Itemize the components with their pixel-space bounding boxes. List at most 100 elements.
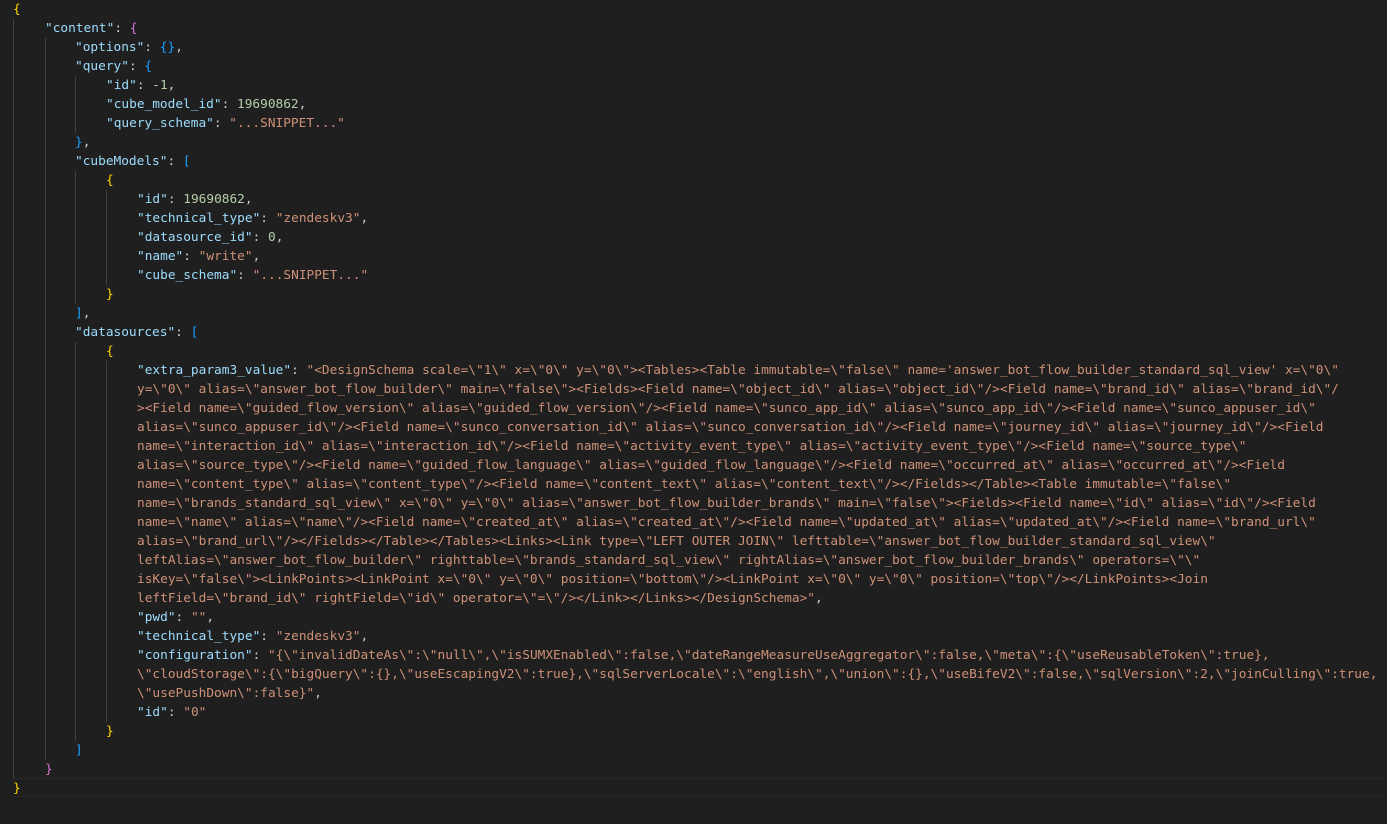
code-token: "" bbox=[190, 610, 207, 625]
code-token: : bbox=[136, 78, 153, 93]
json-code-editor[interactable]: {"content": {"options": {}, "query": {"id… bbox=[0, 0, 1387, 824]
code-token: : bbox=[213, 116, 230, 131]
code-token: : bbox=[128, 59, 145, 74]
code-token: \"usePushDown\":false}" bbox=[137, 686, 315, 701]
code-line: ><Field name=\"guided_flow_version\" ali… bbox=[0, 399, 1387, 418]
code-token: \"cloudStorage\":{\"bigQuery\":{},\"useE… bbox=[137, 667, 1378, 682]
code-line: "datasource_id": 0, bbox=[0, 228, 1387, 247]
code-token: "cube_model_id" bbox=[106, 97, 222, 112]
code-token: : bbox=[167, 192, 184, 207]
code-token: "content" bbox=[45, 21, 115, 36]
code-line: "id": 19690862, bbox=[0, 190, 1387, 209]
code-line: "options": {}, bbox=[0, 38, 1387, 57]
code-token: , bbox=[244, 192, 253, 207]
code-token: , bbox=[82, 306, 91, 321]
code-line: }, bbox=[0, 133, 1387, 152]
code-token: , bbox=[314, 686, 322, 701]
code-token: , bbox=[82, 135, 91, 150]
code-token: , bbox=[298, 97, 307, 112]
code-line: leftAlias=\"answer_bot_flow_builder\" ri… bbox=[0, 551, 1387, 570]
code-line: ] bbox=[0, 741, 1387, 760]
code-token: "query" bbox=[75, 59, 129, 74]
code-token: , bbox=[206, 610, 215, 625]
code-token: y=\"0\" alias=\"answer_bot_flow_builder\… bbox=[137, 382, 1339, 397]
code-token: : bbox=[260, 211, 276, 226]
code-token: { bbox=[106, 173, 114, 188]
code-token: 19690862 bbox=[237, 97, 299, 112]
code-line: { bbox=[0, 342, 1387, 361]
code-token: [ bbox=[190, 325, 199, 340]
code-line: ], bbox=[0, 304, 1387, 323]
code-token: "...SNIPPET..." bbox=[229, 116, 345, 131]
code-line: alias=\"sunco_appuser_id\"/><Field name=… bbox=[0, 418, 1387, 437]
code-token: } bbox=[106, 724, 114, 739]
code-token: : bbox=[144, 40, 160, 55]
code-token: [ bbox=[182, 154, 191, 169]
code-token: "<DesignSchema scale=\"1\" x=\"0\" y=\"0… bbox=[306, 363, 1339, 378]
code-token: : bbox=[252, 648, 268, 663]
code-token: -1 bbox=[152, 78, 168, 93]
code-line: } bbox=[0, 285, 1387, 304]
code-token: { bbox=[106, 344, 114, 359]
code-token: , bbox=[252, 249, 261, 264]
code-token: "write" bbox=[198, 249, 253, 264]
code-line: leftField=\"brand_id\" rightField=\"id\"… bbox=[0, 589, 1387, 608]
code-line: name=\"brands_standard_sql_view\" x=\"0\… bbox=[0, 494, 1387, 513]
code-token: } bbox=[45, 762, 53, 777]
code-token: {} bbox=[159, 40, 176, 55]
code-token: "pwd" bbox=[137, 610, 176, 625]
code-line: name=\"interaction_id\" alias=\"interact… bbox=[0, 437, 1387, 456]
code-token: { bbox=[129, 21, 138, 36]
code-token: : bbox=[183, 249, 199, 264]
code-token: : bbox=[221, 97, 237, 112]
code-line: isKey=\"false\"><LinkPoints><LinkPoint x… bbox=[0, 570, 1387, 589]
code-line: { bbox=[0, 0, 1387, 19]
code-line: name=\"name\" alias=\"name\"/><Field nam… bbox=[0, 513, 1387, 532]
code-token: "technical_type" bbox=[137, 211, 261, 226]
code-token: , bbox=[175, 40, 183, 55]
code-line: alias=\"source_type\"/><Field name=\"gui… bbox=[0, 456, 1387, 475]
code-token: : bbox=[291, 363, 307, 378]
code-line: \"usePushDown\":false}", bbox=[0, 684, 1387, 703]
code-line: } bbox=[0, 779, 1387, 798]
code-token: : bbox=[114, 21, 130, 36]
code-token: { bbox=[144, 59, 153, 74]
code-token: } bbox=[106, 287, 114, 302]
code-token: , bbox=[360, 629, 369, 644]
code-token: "...SNIPPET..." bbox=[252, 268, 369, 283]
code-token: "0" bbox=[183, 705, 207, 720]
code-line: y=\"0\" alias=\"answer_bot_flow_builder\… bbox=[0, 380, 1387, 399]
code-token: { bbox=[13, 2, 21, 17]
code-token: isKey=\"false\"><LinkPoints><LinkPoint x… bbox=[137, 572, 1208, 587]
code-line: { bbox=[0, 171, 1387, 190]
code-line: "query": { bbox=[0, 57, 1387, 76]
code-token: "configuration" bbox=[137, 648, 253, 663]
code-line: "content": { bbox=[0, 19, 1387, 38]
code-token: 0 bbox=[268, 230, 276, 245]
code-line: "cubeModels": [ bbox=[0, 152, 1387, 171]
code-token: name=\"brands_standard_sql_view\" x=\"0\… bbox=[137, 496, 1316, 511]
code-token: : bbox=[167, 154, 183, 169]
code-token: , bbox=[275, 230, 284, 245]
code-token: ] bbox=[75, 743, 83, 758]
code-token: "options" bbox=[75, 40, 145, 55]
code-line: "pwd": "", bbox=[0, 608, 1387, 627]
code-line: "cube_schema": "...SNIPPET..." bbox=[0, 266, 1387, 285]
code-token: , bbox=[360, 211, 369, 226]
code-line: "id": -1, bbox=[0, 76, 1387, 95]
code-token: : bbox=[167, 705, 184, 720]
code-token: name=\"interaction_id\" alias=\"interact… bbox=[137, 439, 1247, 454]
code-line: "name": "write", bbox=[0, 247, 1387, 266]
code-token: alias=\"sunco_appuser_id\"/><Field name=… bbox=[137, 420, 1324, 435]
code-token: "id" bbox=[137, 705, 168, 720]
code-token: "zendeskv3" bbox=[275, 211, 361, 226]
code-token: "extra_param3_value" bbox=[137, 363, 292, 378]
code-line: "technical_type": "zendeskv3", bbox=[0, 209, 1387, 228]
code-token: leftAlias=\"answer_bot_flow_builder\" ri… bbox=[137, 553, 1201, 568]
code-token: name=\"name\" alias=\"name\"/><Field nam… bbox=[137, 515, 1316, 530]
code-line: } bbox=[0, 722, 1387, 741]
code-token: : bbox=[237, 268, 253, 283]
code-line: } bbox=[0, 760, 1387, 779]
code-token: : bbox=[260, 629, 276, 644]
code-token: 19690862 bbox=[183, 192, 245, 207]
